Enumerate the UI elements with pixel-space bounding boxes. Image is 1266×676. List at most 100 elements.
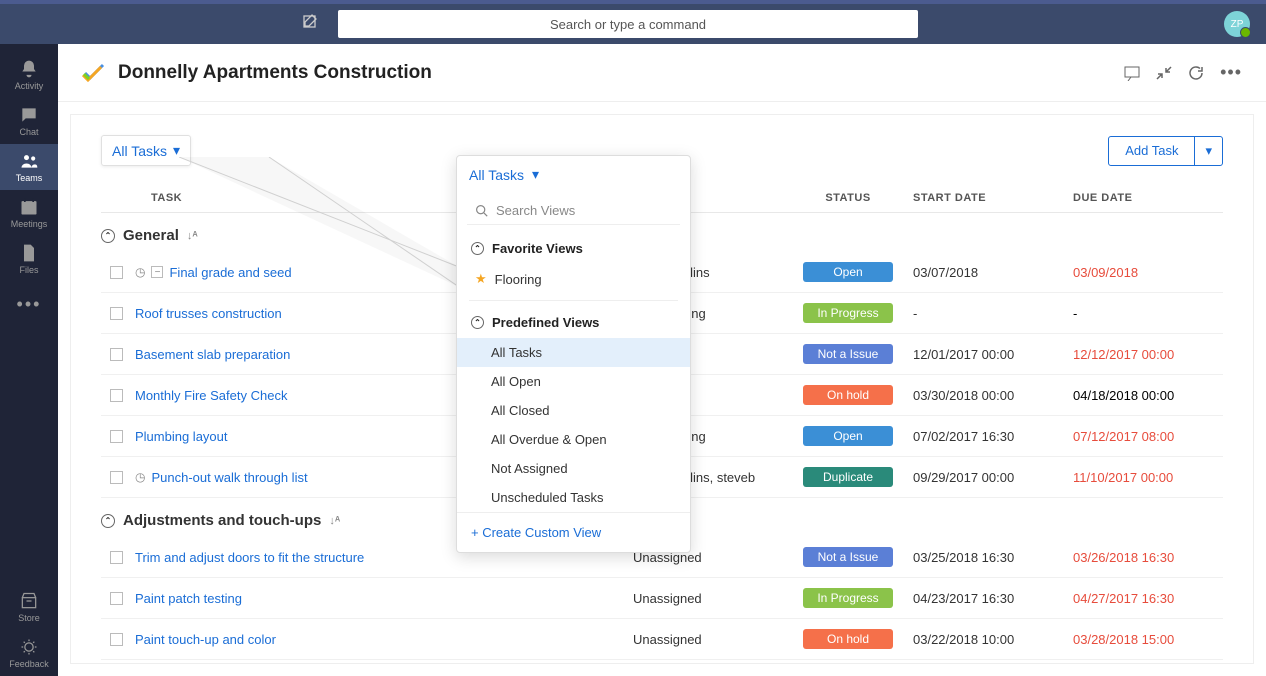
status-badge[interactable]: Not a Issue <box>803 547 893 567</box>
start-date: 09/29/2017 00:00 <box>913 470 1073 485</box>
view-item[interactable]: All Overdue & Open <box>457 425 690 454</box>
checkbox[interactable] <box>101 348 131 361</box>
add-task-button[interactable]: Add Task ▾ <box>1108 136 1223 166</box>
view-item[interactable]: Not Assigned <box>457 454 690 483</box>
status-cell: On hold <box>783 385 913 405</box>
checkbox[interactable] <box>101 633 131 646</box>
sort-icon[interactable]: ↓ᴬ <box>187 230 198 242</box>
start-date: 12/01/2017 00:00 <box>913 347 1073 362</box>
checkbox[interactable] <box>101 430 131 443</box>
collapse-icon: ⌃ <box>101 229 115 243</box>
views-search[interactable]: Search Views <box>467 197 680 225</box>
header-actions: ••• <box>1124 62 1242 83</box>
due-date: 07/12/2017 08:00 <box>1073 429 1223 444</box>
rail-more-icon[interactable]: ••• <box>17 282 42 327</box>
checkbox[interactable] <box>101 307 131 320</box>
rail-files[interactable]: Files <box>0 236 58 282</box>
status-badge[interactable]: Not a Issue <box>803 344 893 364</box>
create-custom-view[interactable]: + Create Custom View <box>457 512 690 552</box>
task-name[interactable]: Trim and adjust doors to fit the structu… <box>135 550 364 565</box>
views-dropdown: All Tasks ▾ Search Views ⌃ Favorite View… <box>456 155 691 553</box>
status-cell: In Progress <box>783 588 913 608</box>
due-date: 04/18/2018 00:00 <box>1073 388 1223 403</box>
divider <box>469 300 678 301</box>
clock-icon: ◷ <box>135 265 145 279</box>
task-row[interactable]: Paint patch testing Unassigned In Progress… <box>101 578 1223 619</box>
due-date: 11/10/2017 00:00 <box>1073 470 1223 485</box>
due-date: 03/09/2018 <box>1073 265 1223 280</box>
collapse-icon: ⌃ <box>471 316 484 329</box>
page-title: Donnelly Apartments Construction <box>118 62 432 84</box>
app-logo-icon <box>82 61 106 85</box>
status-badge[interactable]: On hold <box>803 629 893 649</box>
checkbox[interactable] <box>101 266 131 279</box>
status-badge[interactable]: Open <box>803 426 893 446</box>
view-selector[interactable]: All Tasks ▾ <box>101 135 191 166</box>
view-item[interactable]: All Closed <box>457 396 690 425</box>
col-due[interactable]: DUE DATE <box>1073 192 1223 204</box>
task-row[interactable]: Paint touch-up and color Unassigned On hol… <box>101 619 1223 660</box>
col-status[interactable]: STATUS <box>783 192 913 204</box>
view-item-favorite[interactable]: ★Flooring <box>457 264 690 294</box>
rail-activity[interactable]: Activity <box>0 52 58 98</box>
task-name[interactable]: Punch-out walk through list <box>151 470 307 485</box>
clock-icon: ◷ <box>135 470 145 484</box>
favorites-header[interactable]: ⌃ Favorite Views <box>457 233 690 264</box>
main-panel: Donnelly Apartments Construction ••• All… <box>58 44 1266 676</box>
refresh-icon[interactable] <box>1188 65 1204 81</box>
collapse-icon: ⌃ <box>101 514 115 528</box>
start-date: 03/07/2018 <box>913 265 1073 280</box>
user-avatar[interactable]: ZP <box>1224 11 1250 37</box>
search-icon <box>475 204 488 217</box>
view-item[interactable]: Unscheduled Tasks <box>457 483 690 512</box>
task-name[interactable]: Paint touch-up and color <box>135 632 276 647</box>
status-badge[interactable]: In Progress <box>803 588 893 608</box>
task-name[interactable]: Basement slab preparation <box>135 347 290 362</box>
status-badge[interactable]: In Progress <box>803 303 893 323</box>
due-date: 03/28/2018 15:00 <box>1073 632 1223 647</box>
col-start[interactable]: START DATE <box>913 192 1073 204</box>
checkbox[interactable] <box>101 592 131 605</box>
task-name[interactable]: Final grade and seed <box>169 265 291 280</box>
start-date: 07/02/2017 16:30 <box>913 429 1073 444</box>
owner-cell: Unassigned <box>633 591 783 606</box>
status-badge[interactable]: On hold <box>803 385 893 405</box>
status-badge[interactable]: Open <box>803 262 893 282</box>
task-name[interactable]: Monthly Fire Safety Check <box>135 388 287 403</box>
command-search[interactable]: Search or type a command <box>338 10 918 38</box>
page-header: Donnelly Apartments Construction ••• <box>58 44 1266 102</box>
collapse-icon[interactable] <box>1156 65 1172 81</box>
compose-icon[interactable] <box>302 14 318 35</box>
status-cell: On hold <box>783 629 913 649</box>
view-item[interactable]: All Tasks <box>457 338 690 367</box>
sort-icon[interactable]: ↓ᴬ <box>329 515 340 527</box>
rail-store[interactable]: Store <box>0 584 58 630</box>
checkbox[interactable] <box>101 389 131 402</box>
owner-cell: Unassigned <box>633 632 783 647</box>
status-badge[interactable]: Duplicate <box>803 467 893 487</box>
group-name: General <box>123 227 179 244</box>
checkbox[interactable] <box>101 471 131 484</box>
start-date: 03/25/2018 16:30 <box>913 550 1073 565</box>
checkbox[interactable] <box>101 551 131 564</box>
rail-meetings[interactable]: Meetings <box>0 190 58 236</box>
dropdown-trigger[interactable]: All Tasks ▾ <box>457 156 690 193</box>
due-date: 12/12/2017 00:00 <box>1073 347 1223 362</box>
status-cell: Not a Issue <box>783 344 913 364</box>
conversation-icon[interactable] <box>1124 65 1140 81</box>
chevron-down-icon[interactable]: ▾ <box>1195 137 1222 165</box>
view-item[interactable]: All Open <box>457 367 690 396</box>
rail-teams[interactable]: Teams <box>0 144 58 190</box>
task-name[interactable]: Plumbing layout <box>135 429 228 444</box>
task-name[interactable]: Paint patch testing <box>135 591 242 606</box>
predefined-header[interactable]: ⌃ Predefined Views <box>457 307 690 338</box>
teams-header: Search or type a command ZP <box>0 4 1266 44</box>
start-date: 03/30/2018 00:00 <box>913 388 1073 403</box>
expand-icon[interactable]: − <box>151 266 163 278</box>
rail-feedback[interactable]: Feedback <box>0 630 58 676</box>
task-name[interactable]: Roof trusses construction <box>135 306 282 321</box>
status-cell: Duplicate <box>783 467 913 487</box>
chevron-down-icon: ▾ <box>173 142 180 159</box>
rail-chat[interactable]: Chat <box>0 98 58 144</box>
more-icon[interactable]: ••• <box>1220 62 1242 83</box>
